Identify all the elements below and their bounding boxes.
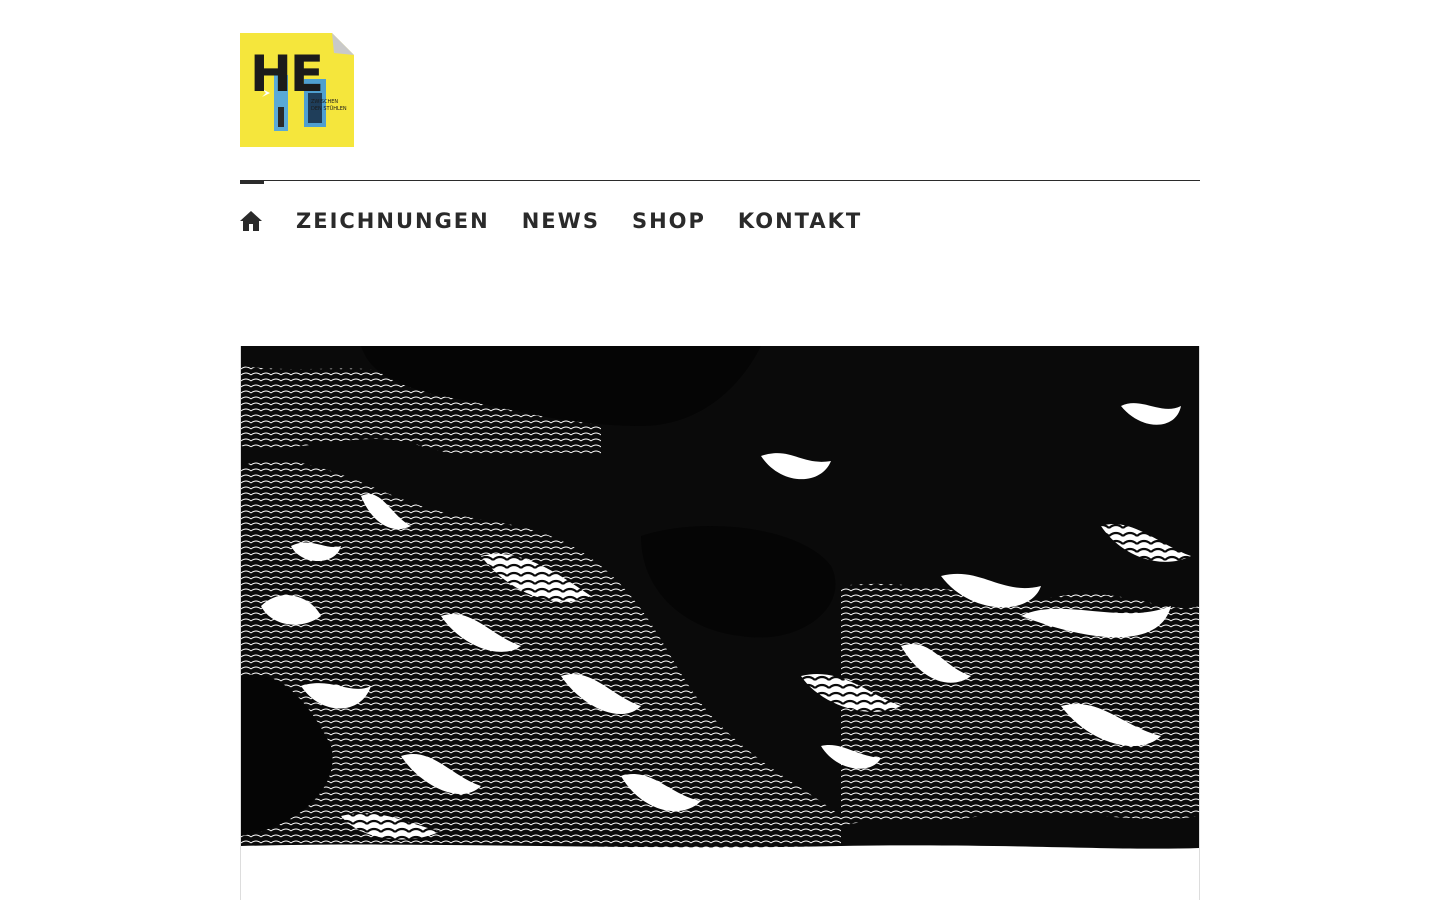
nav-item-zeichnungen[interactable]: ZEICHNUNGEN [296,209,490,233]
logo-letters: HE [250,45,322,103]
logo-caption-1: ZWISCHEN [311,99,338,105]
logo-caption-2: DEN STÜHLEN [311,105,347,112]
header-divider [240,180,1200,181]
header-divider-accent [240,181,264,184]
nav-item-kontakt[interactable]: KONTAKT [738,209,862,233]
page: HE ZWISCHEN DEN STÜHLEN ZEICHNUNGEN NEWS… [0,0,1440,900]
site-logo[interactable]: HE ZWISCHEN DEN STÜHLEN [240,33,354,147]
ink-drawing [241,346,1199,900]
featured-image[interactable] [240,346,1200,900]
nav-item-shop[interactable]: SHOP [632,209,706,233]
main-navigation: ZEICHNUNGEN NEWS SHOP KONTAKT [240,203,894,239]
home-icon[interactable] [240,209,264,233]
nav-item-news[interactable]: NEWS [522,209,600,233]
logo-image: HE ZWISCHEN DEN STÜHLEN [240,33,354,147]
